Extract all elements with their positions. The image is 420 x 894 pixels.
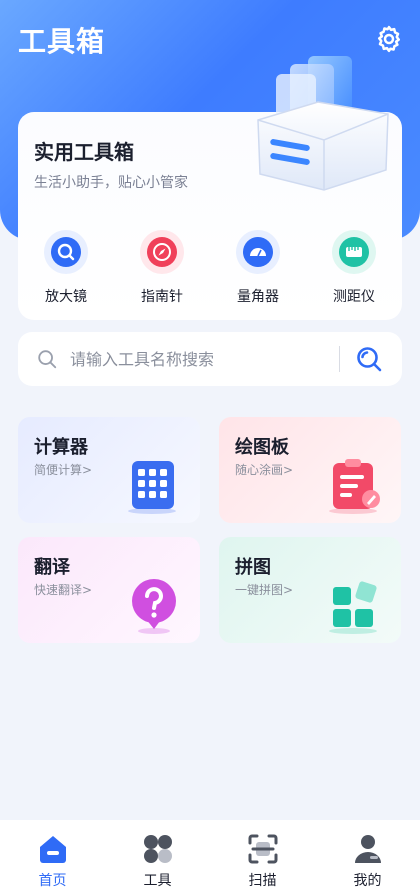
quick-tool-label: 量角器: [237, 289, 279, 305]
tool-subtitle: 一键拼图>: [235, 583, 294, 597]
tool-title: 翻译: [34, 557, 70, 578]
hero-subtitle: 生活小助手，贴心小管家: [34, 175, 188, 191]
quick-tool-rangefinder[interactable]: 测距仪: [314, 230, 394, 306]
search-bar: [18, 332, 402, 386]
magnifier-icon: [51, 237, 81, 267]
quick-tool-label: 测距仪: [333, 289, 375, 305]
quick-tool-label: 指南针: [141, 289, 183, 305]
tab-label: 工具: [143, 873, 172, 889]
hero-title: 实用工具箱: [34, 140, 134, 164]
tab-label: 我的: [353, 873, 382, 889]
drawing-board-icon: [329, 459, 380, 514]
search-icon: [38, 350, 57, 369]
app-title: 工具箱: [18, 25, 106, 58]
tab-mine[interactable]: 我的: [328, 820, 408, 894]
quick-tool-protractor[interactable]: 量角器: [218, 230, 298, 306]
bottom-tab-bar: 首页 工具 扫描 我的: [0, 820, 420, 894]
quick-tool-magnifier[interactable]: 放大镜: [26, 230, 106, 306]
tool-subtitle: 随心涂画>: [235, 463, 294, 477]
tool-card-puzzle[interactable]: 拼图 一键拼图>: [219, 537, 401, 643]
grid-icon: [143, 835, 172, 863]
scan-icon: [248, 834, 277, 864]
compass-icon: [147, 237, 177, 267]
quick-tools-row: 放大镜 指南针 量角器 测距仪: [18, 230, 402, 306]
calculator-icon: [128, 461, 176, 514]
ruler-icon: [339, 237, 369, 267]
tab-label: 扫描: [248, 873, 277, 889]
puzzle-grid-icon: [329, 581, 377, 634]
question-bubble-icon: [132, 579, 176, 634]
tool-card-translate[interactable]: 翻译 快速翻译>: [18, 537, 200, 643]
tab-label: 首页: [38, 873, 67, 889]
tool-card-calculator[interactable]: 计算器 简便计算>: [18, 417, 200, 523]
tool-card-drawing-board[interactable]: 绘图板 随心涂画>: [219, 417, 401, 523]
tool-subtitle: 快速翻译>: [34, 583, 93, 597]
tool-subtitle: 简便计算>: [34, 463, 93, 477]
hero-card: 实用工具箱 生活小助手，贴心小管家 放大镜 指南针 量角器 测距仪: [18, 56, 402, 320]
quick-tool-compass[interactable]: 指南针: [122, 230, 202, 306]
tool-title: 拼图: [235, 557, 271, 578]
quick-tool-label: 放大镜: [45, 289, 87, 305]
tool-title: 绘图板: [235, 437, 289, 458]
toolbox-illustration: [257, 56, 389, 191]
user-icon: [354, 835, 381, 863]
home-icon: [39, 836, 66, 863]
tool-title: 计算器: [34, 437, 88, 458]
search-divider: [339, 346, 340, 372]
tab-home[interactable]: 首页: [13, 820, 93, 894]
search-submit-icon[interactable]: [354, 344, 384, 374]
protractor-icon: [243, 237, 273, 267]
search-input[interactable]: [70, 349, 339, 369]
tab-tools[interactable]: 工具: [118, 820, 198, 894]
tab-scan[interactable]: 扫描: [223, 820, 303, 894]
